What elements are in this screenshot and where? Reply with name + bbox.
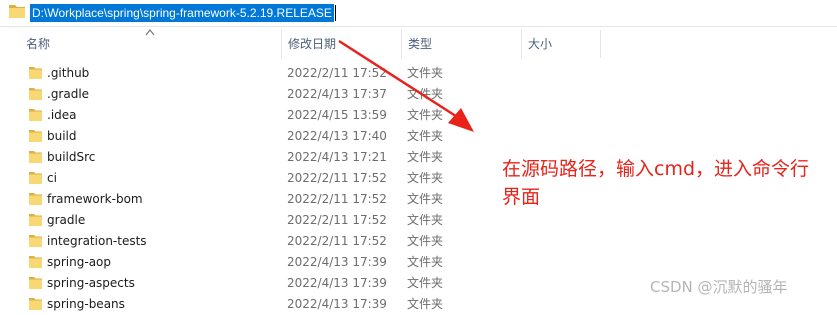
file-name[interactable]: spring-aspects (47, 273, 135, 294)
folder-icon (29, 193, 42, 205)
folder-icon (9, 5, 25, 18)
file-row[interactable]: integration-tests 2022/2/11 17:52 文件夹 (0, 231, 837, 252)
file-type: 文件夹 (407, 66, 444, 80)
folder-icon (29, 109, 42, 121)
file-modified-date: 2022/4/13 17:21 (287, 150, 387, 164)
file-modified-date: 2022/4/13 17:37 (287, 87, 387, 101)
file-name[interactable]: .github (47, 63, 89, 84)
address-bar[interactable]: D:\Workplace\spring\spring-framework-5.2… (0, 0, 837, 27)
column-header: 名称 修改日期 类型 大小 (0, 29, 837, 58)
file-modified-date: 2022/2/11 17:52 (287, 66, 387, 80)
folder-icon (29, 151, 42, 163)
folder-icon (29, 214, 42, 226)
file-modified-date: 2022/4/15 13:59 (287, 108, 387, 122)
folder-icon (29, 88, 42, 100)
file-row[interactable]: .github 2022/2/11 17:52 文件夹 (0, 63, 837, 84)
watermark: CSDN @沉默的骚年 (650, 278, 788, 296)
file-type: 文件夹 (407, 192, 444, 206)
file-name[interactable]: buildSrc (47, 147, 95, 168)
file-name[interactable]: integration-tests (47, 231, 147, 252)
file-modified-date: 2022/4/13 17:39 (287, 276, 387, 290)
column-header-type[interactable]: 类型 (401, 30, 521, 58)
file-type: 文件夹 (407, 87, 444, 101)
file-type: 文件夹 (407, 255, 444, 269)
file-modified-date: 2022/4/13 17:40 (287, 129, 387, 143)
file-name[interactable]: ci (47, 168, 57, 189)
file-type: 文件夹 (407, 213, 444, 227)
file-type: 文件夹 (407, 234, 444, 248)
file-modified-date: 2022/2/11 17:52 (287, 234, 387, 248)
annotation-text: 在源码路径，输入cmd，进入命令行界面 (502, 158, 810, 208)
file-name[interactable]: .gradle (47, 84, 89, 105)
file-row[interactable]: build 2022/4/13 17:40 文件夹 (0, 126, 837, 147)
column-header-name[interactable]: 名称 (20, 30, 281, 58)
file-modified-date: 2022/2/11 17:52 (287, 213, 387, 227)
folder-icon (29, 130, 42, 142)
file-type: 文件夹 (407, 297, 444, 311)
file-row[interactable]: gradle 2022/2/11 17:52 文件夹 (0, 210, 837, 231)
file-modified-date: 2022/2/11 17:52 (287, 171, 387, 185)
file-name[interactable]: spring-beans (47, 294, 125, 315)
file-modified-date: 2022/4/13 17:39 (287, 297, 387, 311)
file-row[interactable]: spring-beans 2022/4/13 17:39 文件夹 (0, 294, 837, 315)
file-name[interactable]: build (47, 126, 77, 147)
file-name[interactable]: .idea (47, 105, 77, 126)
file-row[interactable]: .gradle 2022/4/13 17:37 文件夹 (0, 84, 837, 105)
file-type: 文件夹 (407, 276, 444, 290)
file-name[interactable]: framework-bom (47, 189, 143, 210)
folder-icon (29, 256, 42, 268)
folder-icon (29, 67, 42, 79)
file-modified-date: 2022/4/13 17:39 (287, 255, 387, 269)
file-name[interactable]: gradle (47, 210, 85, 231)
file-row[interactable]: spring-aop 2022/4/13 17:39 文件夹 (0, 252, 837, 273)
file-type: 文件夹 (407, 129, 444, 143)
column-header-modified[interactable]: 修改日期 (281, 30, 401, 58)
file-type: 文件夹 (407, 171, 444, 185)
folder-icon (29, 298, 42, 310)
file-row[interactable]: .idea 2022/4/15 13:59 文件夹 (0, 105, 837, 126)
folder-icon (29, 235, 42, 247)
file-modified-date: 2022/2/11 17:52 (287, 192, 387, 206)
file-type: 文件夹 (407, 108, 444, 122)
folder-icon (29, 172, 42, 184)
file-type: 文件夹 (407, 150, 444, 164)
address-path-input[interactable]: D:\Workplace\spring\spring-framework-5.2… (30, 4, 336, 22)
file-name[interactable]: spring-aop (47, 252, 111, 273)
column-header-size[interactable]: 大小 (521, 30, 601, 58)
folder-icon (29, 277, 42, 289)
